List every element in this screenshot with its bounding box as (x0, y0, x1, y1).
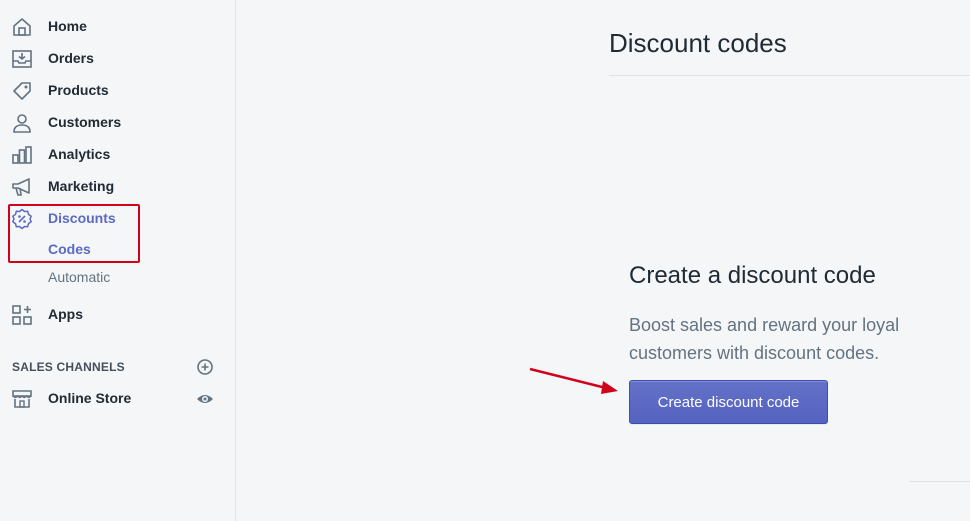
store-icon (12, 390, 32, 408)
orders-icon (12, 50, 32, 68)
annotation-highlight-box (8, 204, 140, 263)
create-discount-code-button[interactable]: Create discount code (629, 380, 828, 424)
page-title: Discount codes (609, 28, 787, 58)
sidebar-item-label: Customers (48, 114, 122, 130)
empty-state-heading: Create a discount code (629, 262, 876, 289)
sidebar-item-apps[interactable]: Apps (0, 299, 235, 329)
annotation-arrow-icon (529, 367, 618, 394)
sidebar-item-label: Analytics (48, 146, 111, 162)
megaphone-icon (12, 178, 30, 196)
user-icon (13, 114, 31, 133)
sidebar-item-label: Marketing (48, 178, 115, 194)
title-divider (609, 75, 970, 76)
sidebar-item-products[interactable]: Products (0, 75, 235, 105)
tag-icon (13, 82, 31, 100)
eye-icon[interactable] (196, 390, 214, 408)
empty-state-text: Boost sales and reward your loyal custom… (629, 315, 900, 363)
sidebar-item-customers[interactable]: Customers (0, 107, 235, 137)
sidebar-item-label: Online Store (48, 390, 132, 406)
sidebar-subitem-automatic[interactable]: Automatic (48, 269, 110, 285)
home-icon (13, 18, 31, 36)
sidebar-item-marketing[interactable]: Marketing (0, 171, 235, 201)
bar-chart-icon (12, 146, 32, 164)
sidebar-item-home[interactable]: Home (0, 11, 235, 41)
add-sales-channel-icon[interactable] (196, 358, 214, 376)
section-divider (909, 481, 970, 482)
sidebar-item-label: Products (48, 82, 109, 98)
sales-channels-header: SALES CHANNELS (12, 360, 125, 374)
sidebar-item-label: Home (48, 18, 87, 34)
sidebar-item-analytics[interactable]: Analytics (0, 139, 235, 169)
sidebar: Home Orders Products Customers Analytics (0, 0, 236, 521)
sidebar-item-label: Orders (48, 50, 94, 66)
apps-grid-icon (12, 305, 32, 325)
sidebar-item-orders[interactable]: Orders (0, 43, 235, 73)
sidebar-item-label: Apps (48, 306, 83, 322)
